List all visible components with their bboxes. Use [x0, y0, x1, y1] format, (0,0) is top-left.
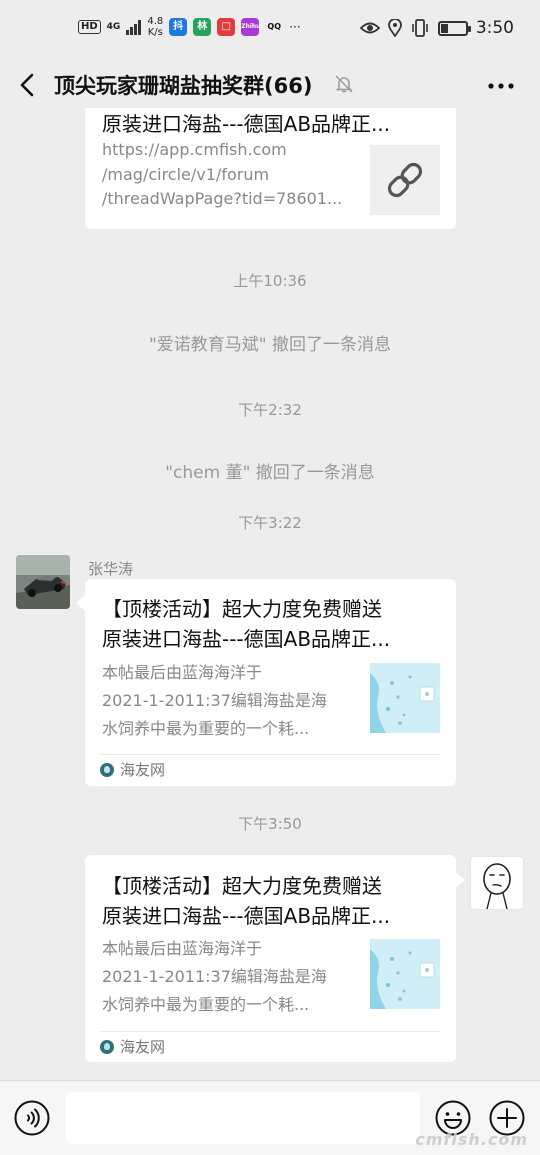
article-thumbnail	[370, 939, 440, 1009]
network-type: 4G	[106, 21, 121, 32]
article-title-line: 【顶楼活动】超大力度免费赠送	[102, 597, 382, 621]
shared-article-card[interactable]: 【顶楼活动】超大力度免费赠送 原装进口海盐---德国AB品牌正... 本帖最后由…	[85, 579, 456, 786]
system-message: "爱诺教育马斌" 撤回了一条消息	[148, 335, 392, 355]
desc-line: 本帖最后由蓝海海洋于	[102, 663, 263, 682]
mute-bell-icon	[335, 75, 353, 93]
article-title-line: 原装进口海盐---德国AB品牌正...	[102, 904, 391, 928]
timestamp: 上午10:36	[233, 272, 307, 290]
desc-line: 水饲养中最为重要的一个耗...	[102, 995, 310, 1014]
map-thumbnail-image	[370, 663, 440, 733]
watermark: cmfish.com	[415, 1130, 528, 1149]
signal-icon	[126, 19, 142, 35]
desc-line: 水饲养中最为重要的一个耗...	[102, 719, 310, 738]
link-thumbnail	[370, 145, 440, 215]
url-line: /mag/circle/v1/forum	[102, 164, 270, 184]
url-line: https://app.cmfish.com	[102, 140, 287, 159]
article-description: 本帖最后由蓝海海洋于 2021-1-2011:37编辑海盐是海 水饲养中最为重要…	[102, 659, 354, 743]
article-source: 海友网	[100, 754, 441, 784]
speed-value: 4.8	[147, 16, 164, 27]
article-source: 海友网	[100, 1031, 441, 1061]
hd-indicator: HD	[78, 20, 101, 34]
shared-article-card[interactable]: 【顶楼活动】超大力度免费赠送 原装进口海盐---德国AB品牌正... 本帖最后由…	[85, 855, 456, 1062]
vibrate-icon	[412, 19, 428, 37]
status-right: 3:50	[359, 18, 514, 38]
eye-icon	[359, 22, 380, 34]
location-icon	[387, 19, 402, 37]
car-avatar-image	[16, 555, 70, 609]
desc-line: 2021-1-2011:37编辑海盐是海	[102, 691, 327, 710]
sender-name: 张华涛	[88, 560, 134, 578]
link-card-title: 原装进口海盐---德国AB品牌正...	[102, 112, 391, 136]
clock: 3:50	[475, 18, 514, 38]
back-arrow-icon[interactable]	[14, 70, 42, 100]
chat-title: 顶尖玩家珊瑚盐抽奖群(66)	[54, 74, 313, 98]
timestamp: 下午2:32	[238, 401, 302, 419]
app-badge-icon: □	[217, 18, 236, 36]
haiyou-logo-icon	[100, 1039, 114, 1054]
chat-header: 顶尖玩家珊瑚盐抽奖群(66)	[0, 62, 540, 108]
speed-unit: K/s	[147, 27, 163, 38]
voice-input-icon[interactable]	[14, 1100, 50, 1136]
app-badge-icon: 抖	[169, 18, 188, 36]
link-icon	[387, 162, 423, 198]
timestamp: 下午3:50	[238, 815, 302, 833]
link-card[interactable]: 原装进口海盐---德国AB品牌正... https://app.cmfish.c…	[85, 108, 456, 229]
qq-icon: QQ	[265, 18, 284, 36]
more-notifications-icon: ···	[289, 20, 301, 34]
desc-line: 2021-1-2011:37编辑海盐是海	[102, 967, 327, 986]
battery-icon	[437, 20, 471, 36]
network-speed: 4.8 K/s	[147, 16, 163, 38]
status-left: HD 4G 4.8 K/s 抖 林 □ Zhihu QQ ···	[78, 16, 301, 38]
article-title-line: 【顶楼活动】超大力度免费赠送	[102, 874, 382, 898]
doodle-face-avatar-image	[483, 863, 511, 909]
input-bar: cmfish.com	[0, 1080, 540, 1155]
desc-line: 本帖最后由蓝海海洋于	[102, 939, 263, 958]
timestamp: 下午3:22	[238, 514, 302, 532]
bubble-tail	[456, 872, 465, 888]
sender-avatar[interactable]	[16, 555, 70, 609]
app-badge-icon: Zhihu	[241, 18, 260, 36]
source-name: 海友网	[120, 761, 166, 779]
bubble-tail	[76, 595, 85, 611]
article-thumbnail	[370, 663, 440, 733]
more-options-icon[interactable]	[486, 74, 516, 98]
url-line: /threadWapPage?tid=78601...	[102, 189, 343, 208]
article-title-line: 原装进口海盐---德国AB品牌正...	[102, 627, 391, 651]
status-bar: HD 4G 4.8 K/s 抖 林 □ Zhihu QQ ··· 3:50	[0, 0, 540, 62]
link-card-url: https://app.cmfish.com /mag/circle/v1/fo…	[102, 138, 364, 212]
system-message: "chem 董" 撤回了一条消息	[165, 463, 375, 483]
source-name: 海友网	[120, 1038, 166, 1056]
my-avatar[interactable]	[470, 856, 524, 910]
app-badge-icon: 林	[193, 18, 212, 36]
message-input[interactable]	[66, 1092, 420, 1144]
map-thumbnail-image	[370, 939, 440, 1009]
article-description: 本帖最后由蓝海海洋于 2021-1-2011:37编辑海盐是海 水饲养中最为重要…	[102, 935, 354, 1019]
haiyou-logo-icon	[100, 762, 114, 777]
